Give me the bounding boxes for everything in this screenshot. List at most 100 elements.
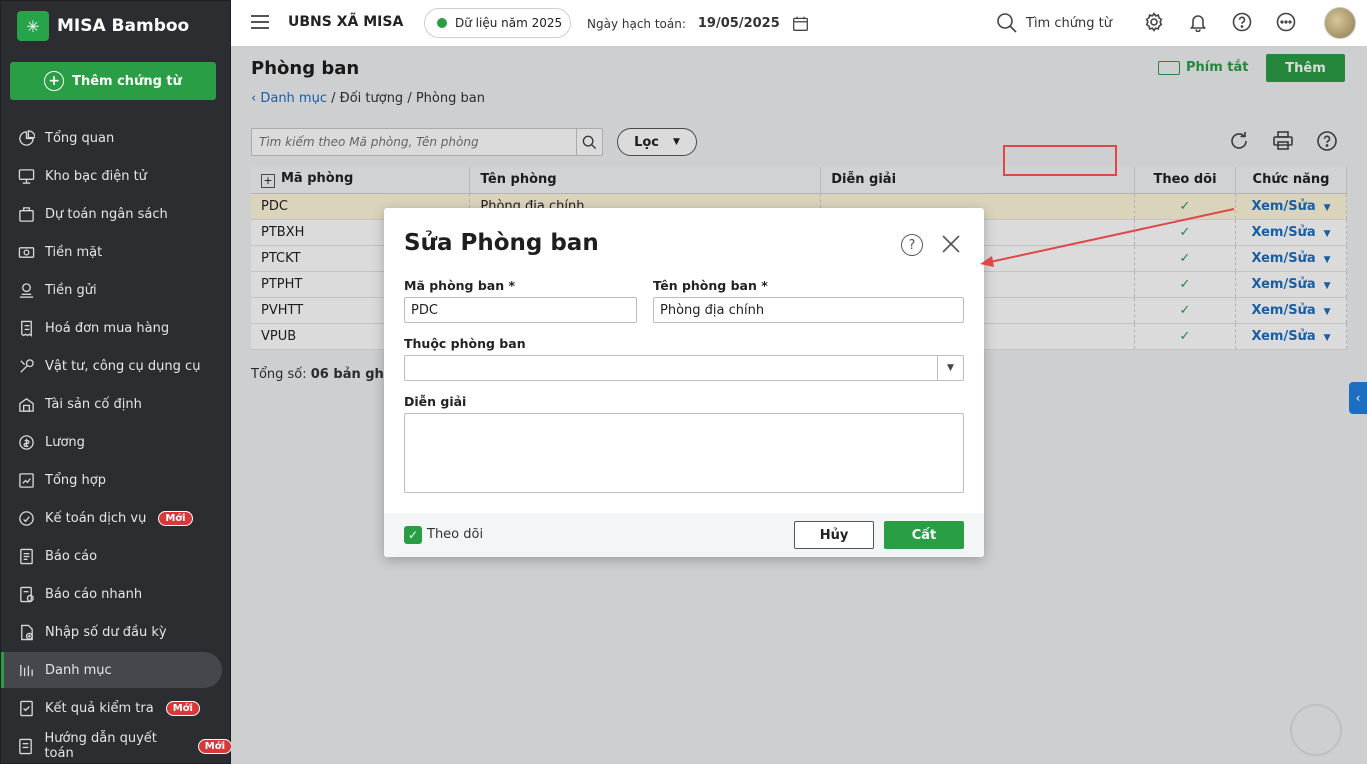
salary-icon <box>17 433 35 451</box>
plus-circle-icon: + <box>44 71 65 91</box>
code-field[interactable] <box>404 297 637 323</box>
sidebar-item-7[interactable]: Vật tư, công cụ dụng cụ <box>1 348 232 384</box>
name-field[interactable] <box>653 297 964 323</box>
sidebar-item-label: Báo cáo nhanh <box>45 586 143 602</box>
sidebar-item-label: Tài sản cố định <box>45 396 142 412</box>
accounting-date[interactable]: Ngày hạch toán: 19/05/2025 <box>587 15 809 32</box>
pie-chart-icon <box>17 129 35 147</box>
sidebar-item-label: Tiền gửi <box>45 282 97 298</box>
new-document-button[interactable]: + Thêm chứng từ <box>10 62 216 100</box>
sidebar-item-8[interactable]: Tài sản cố định <box>1 386 232 422</box>
sidebar-item-9[interactable]: Lương <box>1 424 232 460</box>
service-icon <box>17 509 35 527</box>
sidebar-item-16[interactable]: Kết quả kiểm tra Mới <box>1 690 232 726</box>
data-year-label: Dữ liệu năm 2025 <box>455 16 563 30</box>
sidebar-item-label: Tiền mặt <box>45 244 103 260</box>
sidebar-item-label: Kho bạc điện tử <box>45 168 147 184</box>
edit-department-dialog: Sửa Phòng ban ? Mã phòng ban * Tên phòng… <box>384 208 984 557</box>
sidebar-item-label: Vật tư, công cụ dụng cụ <box>45 358 201 374</box>
brand-name: MISA Bamboo <box>57 16 190 36</box>
sidebar-item-label: Danh mục <box>45 662 112 678</box>
sidebar-item-label: Hoá đơn mua hàng <box>45 320 170 336</box>
help-icon[interactable]: ? <box>901 234 923 256</box>
sidebar-item-5[interactable]: Tiền gửi <box>1 272 232 308</box>
sidebar-item-2[interactable]: Kho bạc điện tử <box>1 158 232 194</box>
bamboo-logo-icon: ✳ <box>17 11 49 41</box>
sidebar-item-label: Kế toán dịch vụ <box>45 510 147 526</box>
sidebar-item-4[interactable]: Tiền mặt <box>1 234 232 270</box>
description-label: Diễn giải <box>404 394 467 409</box>
gear-icon[interactable] <box>1143 11 1165 33</box>
parent-label: Thuộc phòng ban <box>404 336 526 351</box>
invoice-icon <box>17 319 35 337</box>
calendar-icon[interactable] <box>792 15 809 32</box>
sidebar-item-13[interactable]: Báo cáo nhanh <box>1 576 232 612</box>
highlight-box <box>1003 145 1117 176</box>
catalog-icon <box>17 661 35 679</box>
budget-icon <box>17 205 35 223</box>
quick-report-icon <box>17 585 35 603</box>
avatar[interactable] <box>1324 7 1356 39</box>
sidebar-item-6[interactable]: Hoá đơn mua hàng <box>1 310 232 346</box>
dialog-title: Sửa Phòng ban <box>404 230 599 256</box>
new-document-label: Thêm chứng từ <box>72 73 182 89</box>
search-icon <box>997 13 1017 33</box>
sidebar-item-10[interactable]: Tổng hợp <box>1 462 232 498</box>
new-badge: Mới <box>165 700 200 716</box>
sidebar: ✳ MISA Bamboo + Thêm chứng từ Tổng quan K… <box>0 0 232 764</box>
track-label: Theo dõi <box>427 527 484 542</box>
save-button[interactable]: Cất <box>884 521 964 549</box>
topbar: UBNS XÃ MISA Dữ liệu năm 2025 Ngày hạch … <box>231 0 1367 46</box>
sidebar-item-17[interactable]: Hướng dẫn quyết toán Mới <box>1 728 232 764</box>
cash-icon <box>17 243 35 261</box>
cancel-button[interactable]: Hủy <box>794 521 874 549</box>
monitor-icon <box>17 167 35 185</box>
sidebar-nav: Tổng quan Kho bạc điện tử Dự toán ngân sác… <box>1 120 232 764</box>
sidebar-item-label: Nhập số dư đầu kỳ <box>45 624 167 640</box>
sidebar-item-label: Kết quả kiểm tra <box>45 700 154 716</box>
sidebar-item-label: Tổng hợp <box>45 472 106 488</box>
accounting-date-value: 19/05/2025 <box>697 16 780 31</box>
guide-icon <box>17 737 34 755</box>
accounting-date-label: Ngày hạch toán: <box>587 16 686 31</box>
tools-icon <box>17 357 35 375</box>
name-label: Tên phòng ban * <box>653 278 768 293</box>
top-icons <box>1143 11 1297 33</box>
side-panel-toggle[interactable]: ‹ <box>1349 382 1367 414</box>
sidebar-item-11[interactable]: Kế toán dịch vụ Mới <box>1 500 232 536</box>
sidebar-item-15[interactable]: Danh mục <box>1 652 222 688</box>
status-dot-icon <box>437 18 447 28</box>
data-year-selector[interactable]: Dữ liệu năm 2025 <box>424 8 571 38</box>
chevron-left-icon: ‹ <box>1355 391 1361 405</box>
report-icon <box>17 547 35 565</box>
parent-select[interactable]: ▼ <box>404 355 964 381</box>
opening-balance-icon <box>17 623 35 641</box>
brand[interactable]: ✳ MISA Bamboo <box>17 11 189 41</box>
more-icon[interactable] <box>1275 11 1297 33</box>
help-icon[interactable] <box>1231 11 1253 33</box>
sidebar-item-label: Lương <box>45 434 85 450</box>
asset-icon <box>17 395 35 413</box>
sidebar-item-label: Dự toán ngân sách <box>45 206 168 222</box>
sidebar-item-12[interactable]: Báo cáo <box>1 538 232 574</box>
description-field[interactable] <box>404 413 964 493</box>
caret-down-icon[interactable]: ▼ <box>937 356 963 380</box>
check-result-icon <box>17 699 35 717</box>
search-documents[interactable]: Tìm chứng từ <box>996 12 1112 34</box>
new-badge: Mới <box>197 738 232 754</box>
search-documents-label: Tìm chứng từ <box>1026 15 1112 31</box>
track-checkbox[interactable]: ✓ <box>404 526 422 544</box>
sidebar-item-label: Hướng dẫn quyết toán <box>44 731 157 761</box>
sidebar-item-label: Tổng quan <box>45 130 115 146</box>
bell-icon[interactable] <box>1187 11 1209 33</box>
sidebar-item-3[interactable]: Dự toán ngân sách <box>1 196 232 232</box>
code-label: Mã phòng ban * <box>404 278 516 293</box>
organization-name[interactable]: UBNS XÃ MISA <box>288 14 403 30</box>
menu-icon[interactable] <box>251 15 269 29</box>
sidebar-item-1[interactable]: Tổng quan <box>1 120 232 156</box>
summary-icon <box>17 471 35 489</box>
sidebar-item-14[interactable]: Nhập số dư đầu kỳ <box>1 614 232 650</box>
close-icon[interactable] <box>940 233 962 255</box>
deposit-icon <box>17 281 35 299</box>
new-badge: Mới <box>158 510 193 526</box>
